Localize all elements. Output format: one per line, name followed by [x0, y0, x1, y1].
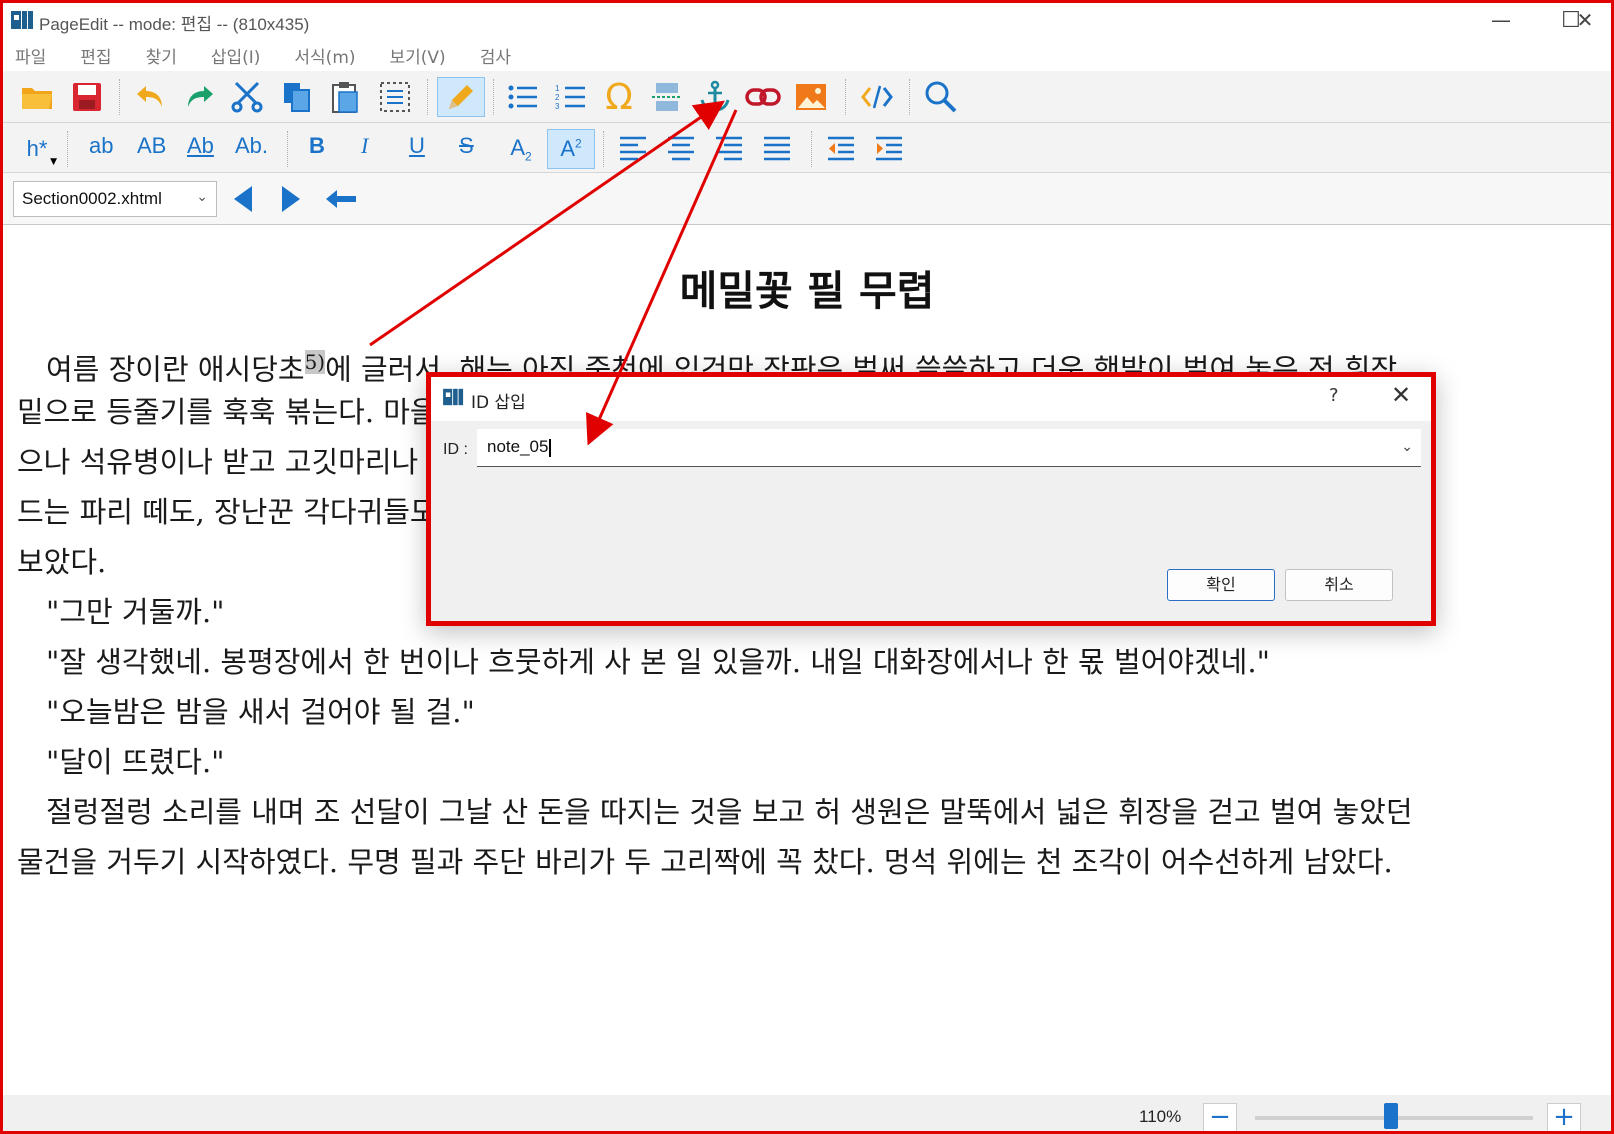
paragraph-line: "달이 뜨렸다."	[17, 745, 225, 779]
align-right-icon[interactable]	[707, 129, 751, 169]
close-window-button[interactable]: ✕	[1551, 3, 1611, 37]
menu-file[interactable]: 파일	[15, 43, 46, 68]
dialog-title-bar: ID 삽입 ? ✕	[431, 377, 1431, 421]
bullet-list-icon[interactable]	[501, 77, 545, 117]
title-bar: PageEdit -- mode: 편집 -- (810x435) — ☐ ✕	[3, 3, 1611, 39]
align-justify-icon[interactable]	[755, 129, 799, 169]
page-break-icon[interactable]	[645, 77, 689, 117]
menu-insert[interactable]: 삽입(I)	[211, 43, 261, 68]
bold-button[interactable]: B	[309, 133, 325, 159]
back-arrow-icon[interactable]	[319, 179, 363, 219]
menu-find[interactable]: 찾기	[146, 43, 177, 68]
id-input-value: note_05	[487, 437, 549, 456]
paragraph-line: "잘 생각했네. 봉평장에서 한 번이나 흐뭇하게 사 본 일 있을까. 내일 …	[17, 645, 1270, 679]
outdent-icon[interactable]	[819, 129, 863, 169]
ok-button[interactable]: 확인	[1167, 569, 1275, 601]
lowercase-button[interactable]: ab	[89, 133, 113, 159]
chevron-down-icon: ⌄	[196, 188, 208, 204]
insert-id-dialog: ID 삽입 ? ✕ ID : note_05 ⌄ 확인 취소	[426, 372, 1436, 626]
status-bar: 110% − +	[3, 1095, 1611, 1131]
file-select-dropdown[interactable]: Section0002.xhtml ⌄	[13, 181, 217, 217]
underline-button[interactable]: U	[409, 133, 425, 159]
svg-text:3: 3	[555, 102, 560, 111]
uppercase-button[interactable]: AB	[137, 133, 166, 159]
main-toolbar: 123 Ω	[3, 71, 1611, 123]
pageedit-logo-icon	[443, 388, 464, 406]
chevron-down-icon[interactable]: ⌄	[1401, 438, 1413, 455]
text-caret	[549, 438, 552, 457]
dropdown-caret-icon: ▼	[50, 157, 57, 167]
paste-icon[interactable]	[323, 77, 367, 117]
menu-bar: 파일 편집 찾기 삽입(I) 서식(m) 보기(V) 검사	[3, 39, 1611, 71]
open-folder-icon[interactable]	[15, 77, 59, 117]
zoom-out-button[interactable]: −	[1203, 1103, 1237, 1131]
sentencecase-button[interactable]: Ab.	[235, 133, 268, 159]
format-toolbar: h* ▼ ab AB Ab Ab. B I U S A2 A2	[3, 123, 1611, 173]
cut-icon[interactable]	[225, 77, 269, 117]
superscript-icon[interactable]: A2	[547, 129, 595, 169]
help-button[interactable]: ?	[1329, 385, 1339, 406]
menu-inspect[interactable]: 검사	[480, 43, 511, 68]
document-title: 메밀꽃 필 무렵	[679, 267, 935, 315]
window-title: PageEdit -- mode: 편집 -- (810x435)	[39, 15, 310, 34]
insert-image-icon[interactable]	[789, 77, 833, 117]
dialog-title: ID 삽입	[471, 393, 526, 413]
anchor-icon[interactable]	[693, 77, 737, 117]
code-view-icon[interactable]	[855, 77, 899, 117]
numbered-list-icon[interactable]: 123	[549, 77, 593, 117]
svg-text:1: 1	[555, 84, 560, 93]
document-view[interactable]: 메밀꽃 필 무렵 여름 장이란 애시당초5)에 글러서, 해는 아직 중천에 있…	[3, 225, 1611, 1095]
align-left-icon[interactable]	[611, 129, 655, 169]
italic-button[interactable]: I	[361, 133, 368, 159]
menu-format[interactable]: 서식(m)	[294, 43, 355, 68]
id-label: ID :	[443, 441, 468, 458]
svg-text:2: 2	[555, 93, 560, 102]
navigation-bar: Section0002.xhtml ⌄	[3, 173, 1611, 225]
strikethrough-button[interactable]: S	[459, 133, 474, 159]
previous-file-icon[interactable]	[221, 179, 265, 219]
paragraph-line: 물건을 거두기 시작하였다. 무명 필과 주단 바리가 두 고리짝에 꼭 찼다.…	[17, 845, 1393, 879]
id-input[interactable]: note_05 ⌄	[477, 429, 1421, 467]
menu-view[interactable]: 보기(V)	[390, 43, 446, 68]
paragraph-line: 절렁절렁 소리를 내며 조 선달이 그날 산 돈을 따지는 것을 보고 허 생원…	[17, 795, 1413, 829]
edit-mode-pencil-icon[interactable]	[437, 77, 485, 117]
zoom-in-button[interactable]: +	[1547, 1103, 1581, 1131]
indent-icon[interactable]	[867, 129, 911, 169]
special-character-omega-icon[interactable]: Ω	[597, 77, 641, 118]
close-dialog-button[interactable]: ✕	[1391, 381, 1411, 409]
link-icon[interactable]	[741, 77, 785, 117]
heading-dropdown-button[interactable]: h* ▼	[15, 129, 59, 169]
save-icon[interactable]	[65, 77, 109, 117]
zoom-slider-thumb[interactable]	[1384, 1103, 1399, 1129]
subscript-icon[interactable]: A2	[499, 129, 543, 169]
current-file-label: Section0002.xhtml	[22, 189, 162, 208]
minimize-button[interactable]: —	[1467, 3, 1535, 37]
search-icon[interactable]	[919, 77, 963, 117]
titlecase-button[interactable]: Ab	[187, 133, 214, 159]
align-center-icon[interactable]	[659, 129, 703, 169]
menu-edit[interactable]: 편집	[80, 43, 111, 68]
cancel-button[interactable]: 취소	[1285, 569, 1393, 601]
next-file-icon[interactable]	[269, 179, 313, 219]
undo-icon[interactable]	[129, 77, 173, 117]
select-all-icon[interactable]	[373, 77, 417, 117]
pageedit-logo-icon	[11, 11, 33, 29]
footnote-marker[interactable]: 5)	[304, 350, 326, 374]
redo-icon[interactable]	[177, 77, 221, 117]
copy-icon[interactable]	[275, 77, 319, 117]
zoom-level-label: 110%	[1139, 1107, 1182, 1126]
paragraph-line: "오늘밤은 밤을 새서 걸어야 될 걸."	[17, 695, 475, 729]
